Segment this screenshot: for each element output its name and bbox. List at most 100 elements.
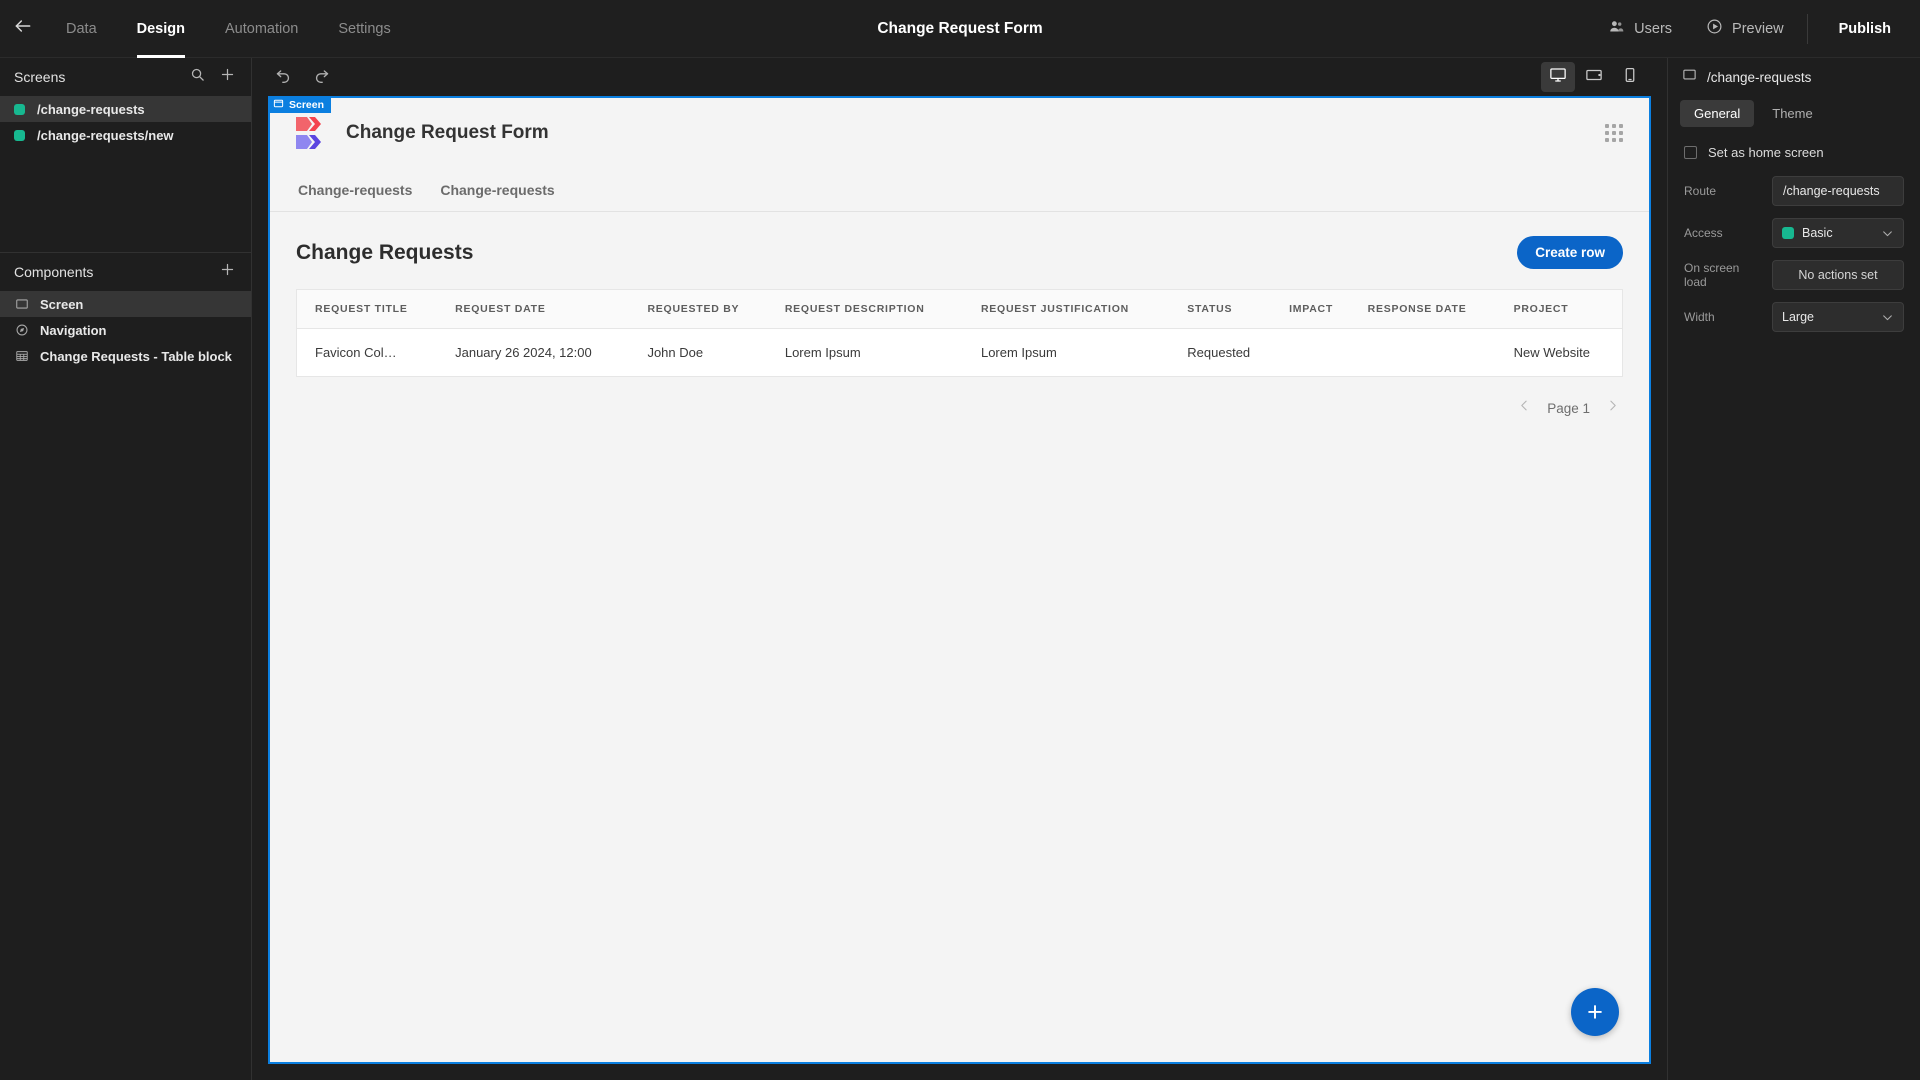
right-panel: /change-requests General Theme Set as ho…: [1667, 58, 1920, 1080]
screens-title: Screens: [14, 69, 66, 85]
cell-requested-by: John Doe: [647, 345, 704, 360]
tab-design-label: Design: [136, 20, 185, 37]
change-requests-table: REQUEST TITLE REQUEST DATE REQUESTED BY …: [296, 289, 1623, 377]
publish-label: Publish: [1838, 20, 1891, 37]
tab-data[interactable]: Data: [46, 0, 117, 58]
screen-badge-label: Screen: [289, 98, 325, 111]
chevron-left-icon: [1518, 399, 1531, 417]
preview-nav: Change-requests Change-requests: [270, 168, 1649, 212]
device-mobile-button[interactable]: [1613, 62, 1647, 92]
publish-button[interactable]: Publish: [1806, 13, 1920, 55]
create-row-button[interactable]: Create row: [1517, 236, 1623, 269]
screen-label: /change-requests: [37, 101, 145, 117]
components-panel-header: Components: [0, 253, 251, 291]
preview-main: Change Requests Create row REQUEST TITLE…: [270, 212, 1649, 417]
page-label: Page 1: [1547, 400, 1590, 416]
search-icon: [190, 67, 205, 87]
tab-automation[interactable]: Automation: [205, 0, 318, 58]
add-screen-button[interactable]: [217, 67, 237, 87]
right-panel-tabs: General Theme: [1668, 96, 1920, 127]
table-row[interactable]: Favicon Col… January 26 2024, 12:00 John…: [297, 328, 1622, 377]
canvas-area: Screen Change Request Form Change-reques…: [252, 58, 1667, 1080]
screens-list: /change-requests /change-requests/new: [0, 96, 251, 148]
cell-project: New Website: [1513, 345, 1590, 360]
plus-icon: [220, 262, 235, 282]
tab-automation-label: Automation: [224, 20, 299, 37]
plus-icon: [220, 67, 235, 87]
app-logo-icon: [296, 116, 330, 150]
undo-button[interactable]: [272, 66, 294, 88]
sidebar-item-change-requests-new[interactable]: /change-requests/new: [0, 122, 251, 148]
prev-page-button[interactable]: [1518, 399, 1531, 417]
set-home-screen-checkbox[interactable]: [1684, 146, 1697, 159]
tab-settings[interactable]: Settings: [318, 0, 410, 58]
left-panel: Screens /change-requests /change-request…: [0, 58, 252, 1080]
table-icon: [14, 349, 29, 364]
component-label: Navigation: [40, 322, 107, 338]
preview-app-header: Change Request Form: [270, 98, 1649, 168]
sidebar-item-change-requests[interactable]: /change-requests: [0, 96, 251, 122]
screens-panel-header: Screens: [0, 58, 251, 96]
top-right-actions: Users Preview Publish: [1591, 0, 1920, 58]
col-status[interactable]: STATUS: [1177, 290, 1279, 329]
next-page-button[interactable]: [1606, 399, 1619, 417]
users-button[interactable]: Users: [1591, 0, 1689, 58]
component-label: Change Requests - Table block: [40, 348, 232, 364]
chevron-down-icon: [1881, 311, 1894, 324]
cell-request-description: Lorem Ipsum: [784, 345, 861, 360]
col-request-description[interactable]: REQUEST DESCRIPTION: [775, 290, 971, 329]
add-component-button[interactable]: [217, 262, 237, 282]
component-item-screen[interactable]: Screen: [0, 291, 251, 317]
col-response-date[interactable]: RESPONSE DATE: [1358, 290, 1504, 329]
right-panel-title: /change-requests: [1707, 69, 1812, 85]
screen-label: /change-requests/new: [37, 127, 174, 143]
screen-icon: [14, 297, 29, 312]
table-pagination: Page 1: [296, 377, 1623, 417]
screen-selection-badge: Screen: [270, 98, 332, 113]
col-requested-by[interactable]: REQUESTED BY: [637, 290, 774, 329]
nav-item-change-requests-2[interactable]: Change-requests: [440, 182, 554, 198]
route-field-row: Route /change-requests: [1668, 170, 1920, 212]
cell-request-title: Favicon Col…: [315, 345, 397, 360]
redo-button[interactable]: [310, 66, 332, 88]
tab-general[interactable]: General: [1680, 100, 1755, 127]
col-request-date[interactable]: REQUEST DATE: [445, 290, 637, 329]
cell-response-date: [1358, 329, 1504, 377]
app-body: Screens /change-requests /change-request…: [0, 58, 1920, 1080]
component-item-navigation[interactable]: Navigation: [0, 317, 251, 343]
device-desktop-button[interactable]: [1541, 62, 1575, 92]
preview-button[interactable]: Preview: [1689, 0, 1801, 58]
preview-app-title: Change Request Form: [346, 122, 549, 143]
route-input[interactable]: /change-requests: [1772, 176, 1904, 206]
grid-menu-icon[interactable]: [1605, 124, 1623, 142]
width-select[interactable]: Large: [1772, 302, 1904, 332]
tab-design[interactable]: Design: [117, 0, 205, 58]
device-tablet-button[interactable]: [1577, 62, 1611, 92]
add-floating-button[interactable]: +: [1571, 988, 1619, 1036]
redo-icon: [313, 66, 330, 88]
screens-search-button[interactable]: [187, 67, 207, 87]
component-label: Screen: [40, 296, 84, 312]
screen-canvas[interactable]: Screen Change Request Form Change-reques…: [268, 96, 1651, 1064]
col-request-justification[interactable]: REQUEST JUSTIFICATION: [971, 290, 1177, 329]
col-project[interactable]: PROJECT: [1504, 290, 1622, 329]
access-select[interactable]: Basic: [1772, 218, 1904, 248]
back-button[interactable]: [0, 0, 46, 58]
component-item-table-block[interactable]: Change Requests - Table block: [0, 343, 251, 369]
users-label: Users: [1634, 20, 1673, 37]
screen-status-dot: [14, 103, 25, 115]
on-screen-load-button[interactable]: No actions set: [1772, 260, 1904, 290]
set-home-screen-row[interactable]: Set as home screen: [1668, 127, 1920, 170]
cell-request-date: January 26 2024, 12:00: [455, 345, 592, 360]
arrow-left-icon: [13, 16, 33, 41]
tab-theme[interactable]: Theme: [1758, 100, 1826, 127]
col-impact[interactable]: IMPACT: [1279, 290, 1358, 329]
width-label: Width: [1684, 310, 1715, 324]
col-request-title[interactable]: REQUEST TITLE: [297, 290, 445, 329]
nav-item-change-requests-1[interactable]: Change-requests: [298, 182, 412, 198]
users-icon: [1608, 18, 1625, 39]
table: REQUEST TITLE REQUEST DATE REQUESTED BY …: [297, 290, 1622, 376]
table-body: Favicon Col… January 26 2024, 12:00 John…: [297, 328, 1622, 377]
preview-label: Preview: [1732, 20, 1784, 37]
top-bar: Data Design Automation Settings Change R…: [0, 0, 1920, 58]
